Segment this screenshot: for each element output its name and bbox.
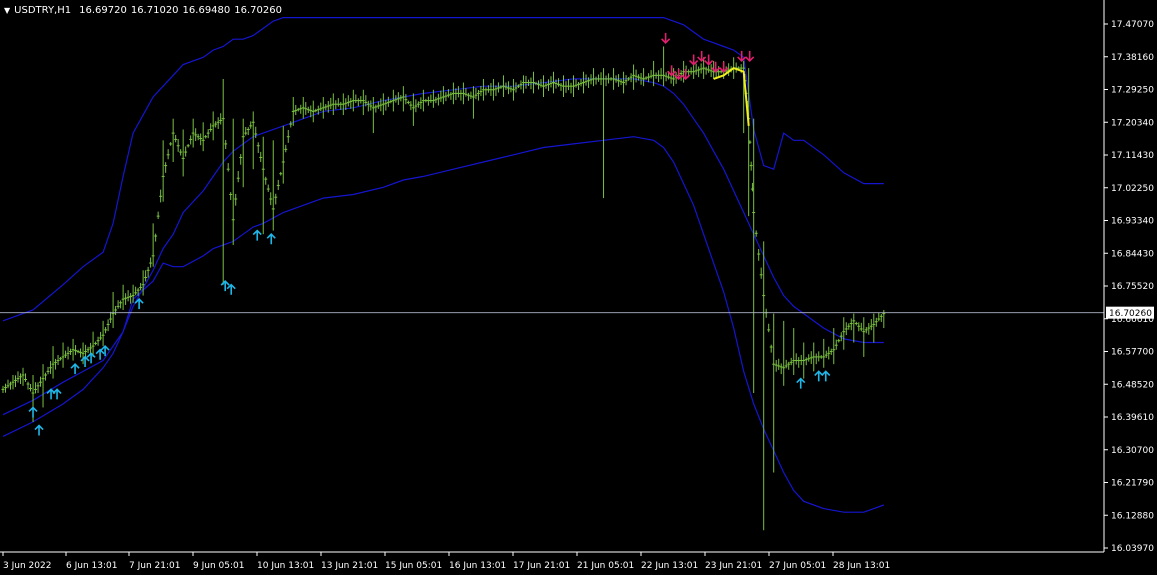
price-tick-label: 16.75520 [1111, 282, 1154, 292]
up-arrow-icon [34, 424, 44, 436]
up-arrow-icon [52, 388, 62, 400]
up-arrow-icon [28, 406, 38, 418]
price-tick-label: 16.66610 [1111, 315, 1154, 325]
down-arrow-icon [704, 54, 714, 66]
price-tick-label: 16.93340 [1111, 217, 1154, 227]
price-tick-label: 17.11430 [1111, 151, 1154, 161]
price-tick-label: 17.20340 [1111, 118, 1154, 128]
up-arrow-icon [226, 283, 236, 295]
band-line-0 [2, 17, 884, 322]
band-line-2 [2, 136, 885, 513]
price-tick-label: 16.30700 [1111, 446, 1154, 456]
price-tick-label: 16.84430 [1111, 249, 1154, 259]
time-tick-label: 10 Jun 13:01 [257, 561, 314, 571]
up-arrow-icon [70, 363, 80, 375]
price-tick-label: 17.29250 [1111, 86, 1154, 96]
up-arrow-icon [220, 279, 230, 292]
up-arrow-icon [266, 233, 276, 245]
time-tick-label: 21 Jun 05:01 [577, 561, 634, 571]
up-arrow-icon [252, 229, 262, 241]
current-price-line: 16.70260 [0, 306, 1154, 319]
time-tick-label: 22 Jun 13:01 [641, 561, 698, 571]
up-arrow-icon [95, 348, 105, 360]
time-tick-label: 27 Jun 05:01 [769, 561, 826, 571]
time-tick-label: 16 Jun 13:01 [449, 561, 506, 571]
price-chart[interactable]: 16.70260 17.47070 17.38160 17.29250 17.2034… [0, 0, 1157, 575]
price-tick-label: 17.02250 [1111, 184, 1154, 194]
time-tick-label: 9 Jun 05:01 [193, 561, 244, 571]
price-tick-label: 16.21790 [1111, 479, 1154, 489]
time-tick-label: 15 Jun 05:01 [385, 561, 442, 571]
time-tick-label: 28 Jun 13:01 [833, 561, 890, 571]
time-tick-label: 23 Jun 21:01 [705, 561, 762, 571]
price-axis[interactable]: 17.47070 17.38160 17.29250 17.20340 17.11430… [1103, 0, 1154, 554]
down-arrow-icon [745, 50, 755, 63]
up-arrow-icon [814, 370, 824, 382]
time-tick-label: 3 Jun 2022 [3, 561, 51, 571]
price-tick-label: 17.47070 [1111, 20, 1154, 30]
price-tick-label: 16.12880 [1111, 511, 1154, 521]
time-axis[interactable]: 3 Jun 2022 6 Jun 13:01 7 Jun 21:01 9 Jun 05… [0, 551, 1104, 571]
up-arrow-icon [796, 377, 806, 389]
up-arrow-icon [80, 355, 90, 367]
price-tick-label: 16.57700 [1111, 348, 1154, 358]
price-tick-label: 17.38160 [1111, 53, 1154, 63]
down-arrow-icon [661, 32, 671, 44]
down-arrow-icon [689, 54, 699, 66]
up-arrow-icon [821, 370, 831, 382]
time-tick-label: 17 Jun 21:01 [513, 561, 570, 571]
price-tick-label: 16.39610 [1111, 413, 1154, 423]
time-tick-label: 6 Jun 13:01 [66, 561, 117, 571]
up-arrow-icon [86, 352, 96, 364]
time-tick-label: 13 Jun 21:01 [321, 561, 378, 571]
price-tick-label: 16.03970 [1111, 544, 1154, 554]
time-tick-label: 7 Jun 21:01 [129, 561, 180, 571]
down-arrow-icon [697, 50, 707, 63]
price-tick-label: 16.48520 [1111, 380, 1154, 390]
